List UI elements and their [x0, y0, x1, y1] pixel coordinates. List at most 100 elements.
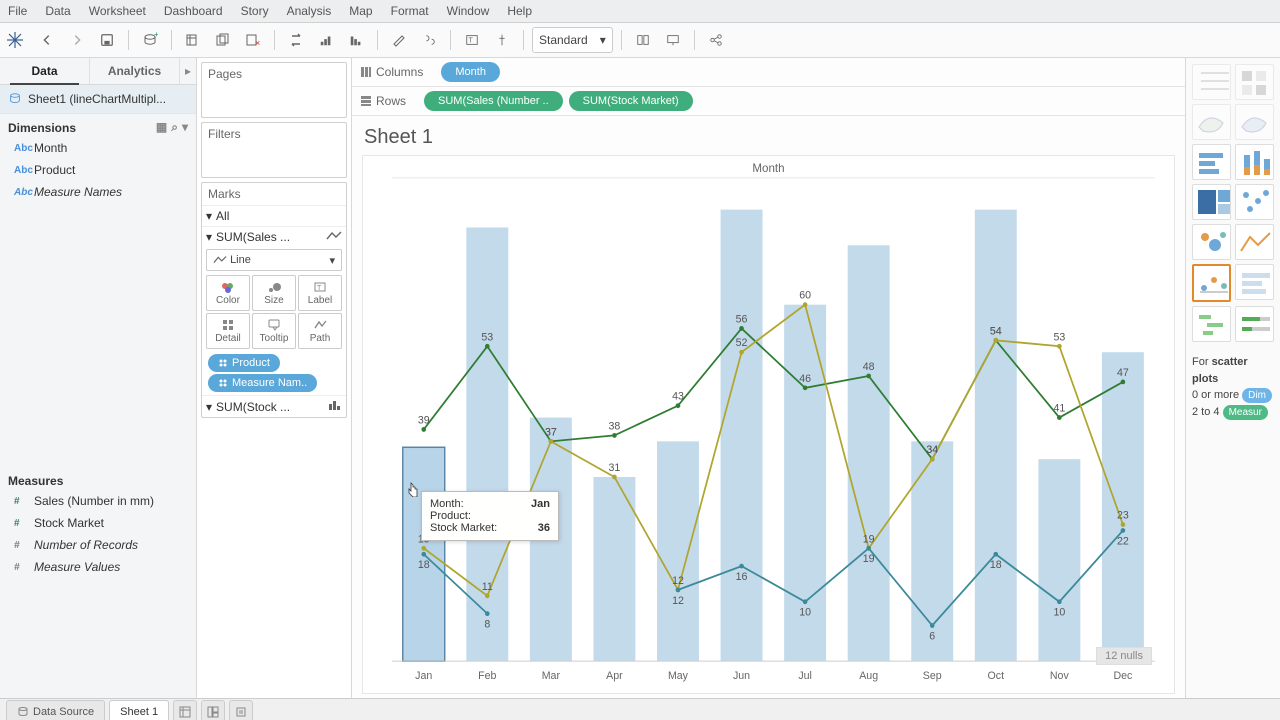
chart-canvas[interactable]: Month39533738435646483454414719113731125…: [362, 155, 1175, 694]
menu-worksheet[interactable]: Worksheet: [89, 4, 146, 18]
svg-text:×: ×: [255, 38, 260, 48]
new-data-source-button[interactable]: +: [137, 27, 163, 53]
pin-button[interactable]: [489, 27, 515, 53]
duplicate-button[interactable]: [210, 27, 236, 53]
field-product[interactable]: Abc Product: [0, 159, 196, 181]
sm-side-by-side[interactable]: [1192, 224, 1231, 260]
sm-heat[interactable]: [1235, 64, 1274, 100]
new-dashboard-tab[interactable]: [201, 700, 225, 720]
menu-story[interactable]: Story: [241, 4, 269, 18]
field-stock-market[interactable]: # Stock Market: [0, 512, 196, 534]
new-worksheet-tab[interactable]: [173, 700, 197, 720]
sm-treemap[interactable]: [1192, 184, 1231, 220]
text-type-icon: Abc: [14, 143, 28, 154]
marks-detail-button[interactable]: Detail: [206, 313, 250, 349]
clear-button[interactable]: ×: [240, 27, 266, 53]
sm-line[interactable]: [1235, 224, 1274, 260]
share-button[interactable]: [703, 27, 729, 53]
tab-data-source[interactable]: Data Source: [6, 700, 105, 720]
sm-filled-map[interactable]: [1235, 104, 1274, 140]
number-type-icon: #: [14, 518, 28, 529]
pages-card[interactable]: Pages: [201, 62, 347, 118]
marks-pill-product[interactable]: Product: [208, 354, 280, 372]
svg-text:53: 53: [1053, 331, 1065, 343]
marks-all-row[interactable]: ▾ All: [202, 205, 346, 226]
group-button[interactable]: [416, 27, 442, 53]
svg-text:60: 60: [799, 290, 811, 302]
marks-size-button[interactable]: Size: [252, 275, 296, 311]
menu-data[interactable]: Data: [45, 4, 70, 18]
marks-path-button[interactable]: Path: [298, 313, 342, 349]
tab-data[interactable]: Data: [0, 58, 90, 84]
forward-button[interactable]: [64, 27, 90, 53]
mark-type-dropdown[interactable]: Line ▾: [206, 249, 342, 271]
sheet-title[interactable]: Sheet 1: [352, 116, 1185, 151]
marks-label-button[interactable]: T Label: [298, 275, 342, 311]
back-button[interactable]: [34, 27, 60, 53]
rows-shelf[interactable]: Rows SUM(Sales (Number .. SUM(Stock Mark…: [352, 87, 1185, 116]
field-measure-names[interactable]: Abc Measure Names: [0, 181, 196, 203]
svg-text:Nov: Nov: [1050, 670, 1069, 682]
menu-dashboard[interactable]: Dashboard: [164, 4, 223, 18]
highlight-button[interactable]: [386, 27, 412, 53]
pages-label: Pages: [202, 63, 346, 85]
swap-button[interactable]: [283, 27, 309, 53]
field-number-of-records[interactable]: # Number of Records: [0, 534, 196, 556]
filters-card[interactable]: Filters: [201, 122, 347, 178]
rows-pill-stock[interactable]: SUM(Stock Market): [569, 91, 693, 111]
sm-map[interactable]: [1192, 104, 1231, 140]
rows-label: Rows: [376, 94, 406, 108]
svg-text:23: 23: [1117, 509, 1129, 521]
sm-text-table[interactable]: [1192, 64, 1231, 100]
field-month[interactable]: Abc Month: [0, 137, 196, 159]
menu-map[interactable]: Map: [349, 4, 372, 18]
chevron-down-icon: ▾: [329, 254, 335, 267]
columns-pill-month[interactable]: Month: [441, 62, 500, 82]
view-list-icon[interactable]: ▦: [156, 120, 167, 135]
menu-window[interactable]: Window: [447, 4, 490, 18]
sm-gantt[interactable]: [1192, 306, 1231, 342]
menu-analysis[interactable]: Analysis: [287, 4, 332, 18]
show-labels-button[interactable]: T: [459, 27, 485, 53]
marks-pill-measure-names[interactable]: Measure Nam..: [208, 374, 317, 392]
nulls-indicator[interactable]: 12 nulls: [1096, 647, 1152, 665]
show-me-grid: [1186, 58, 1280, 348]
search-icon[interactable]: ⌕: [171, 120, 178, 135]
fit-dropdown[interactable]: Standard ▾: [532, 27, 613, 53]
save-button[interactable]: [94, 27, 120, 53]
rows-pill-sales[interactable]: SUM(Sales (Number ..: [424, 91, 563, 111]
sm-area[interactable]: [1235, 264, 1274, 300]
tab-sheet1[interactable]: Sheet 1: [109, 700, 169, 720]
menu-help[interactable]: Help: [507, 4, 532, 18]
menu-file[interactable]: File: [8, 4, 27, 18]
field-label: Measure Names: [34, 185, 122, 199]
new-story-tab[interactable]: [229, 700, 253, 720]
marks-tooltip-button[interactable]: Tooltip: [252, 313, 296, 349]
menu-format[interactable]: Format: [391, 4, 429, 18]
new-worksheet-button[interactable]: [180, 27, 206, 53]
svg-text:39: 39: [418, 414, 430, 426]
presentation-button[interactable]: [660, 27, 686, 53]
sm-circle-views[interactable]: [1235, 184, 1274, 220]
field-sales[interactable]: # Sales (Number in mm): [0, 490, 196, 512]
label-icon: T: [313, 280, 327, 294]
sm-hbar[interactable]: [1192, 144, 1231, 180]
show-cards-button[interactable]: [630, 27, 656, 53]
datasource-row[interactable]: Sheet1 (lineChartMultipl...: [0, 85, 196, 114]
tab-analytics[interactable]: Analytics: [90, 58, 180, 84]
show-me-panel: For scatter plots 0 or more Dim 2 to 4 M…: [1185, 58, 1280, 698]
marks-stock-row[interactable]: ▾ SUM(Stock ...: [202, 395, 346, 417]
svg-text:Apr: Apr: [606, 670, 623, 682]
dropdown-icon[interactable]: ▾: [182, 120, 188, 135]
marks-color-button[interactable]: Color: [206, 275, 250, 311]
sm-stacked-bar[interactable]: [1235, 144, 1274, 180]
sort-asc-button[interactable]: [313, 27, 339, 53]
field-measure-values[interactable]: # Measure Values: [0, 556, 196, 578]
pane-menu-icon[interactable]: ▸: [180, 58, 196, 84]
sort-desc-button[interactable]: [343, 27, 369, 53]
sm-dual-combo[interactable]: [1192, 264, 1231, 302]
hint-meas-tag: Measur: [1223, 405, 1268, 420]
sm-bullet[interactable]: [1235, 306, 1274, 342]
columns-shelf[interactable]: Columns Month: [352, 58, 1185, 87]
marks-sales-row[interactable]: ▾ SUM(Sales ...: [202, 226, 346, 247]
